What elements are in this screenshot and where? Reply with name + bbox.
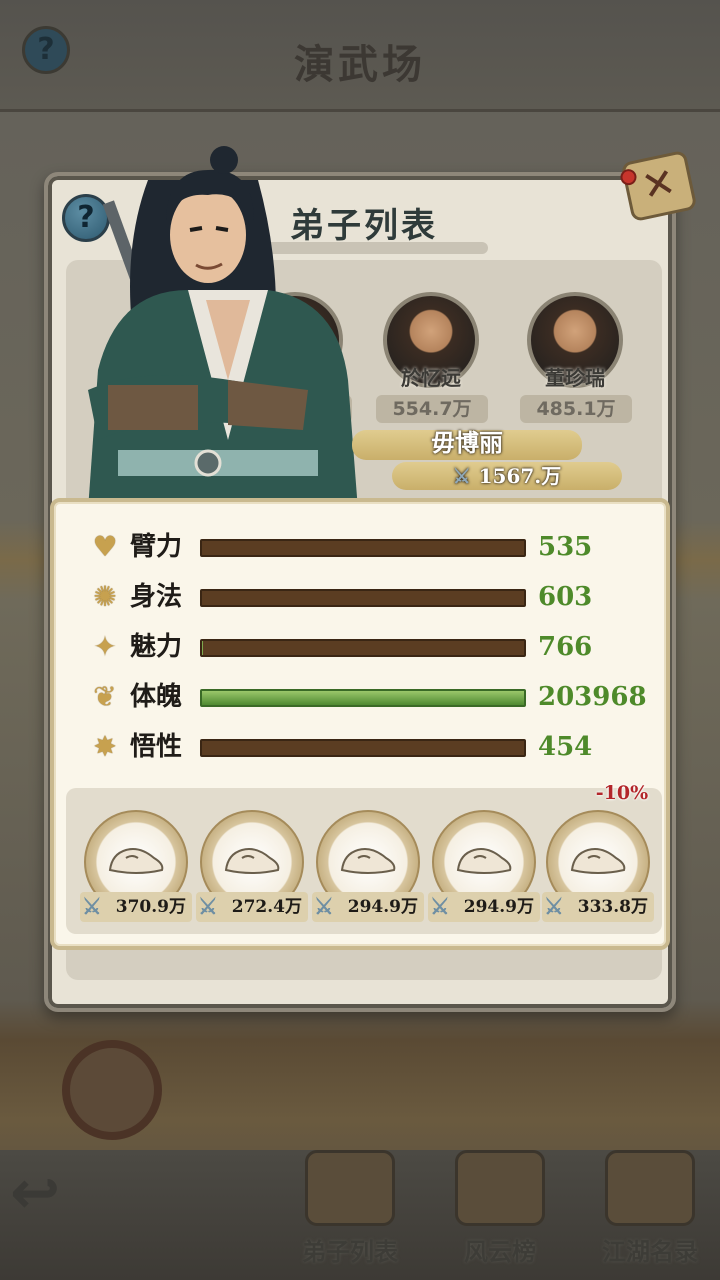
star-icon: ✦ (93, 630, 117, 663)
equipment-price: ⚔ 294.9万 (428, 892, 540, 922)
book-icon (605, 1150, 695, 1226)
stat-label: 悟性 (130, 732, 183, 762)
stat-row-strength: ♥ 臂力 535 (88, 528, 648, 568)
equipment-price: ⚔ 370.9万 (80, 892, 192, 922)
crossed-swords-icon: ⚔ (198, 894, 218, 920)
body-icon: ❦ (93, 680, 117, 713)
nav-label: 弟子列表 (302, 1237, 398, 1266)
disciple-card[interactable]: 於忆远 554.7万 (376, 292, 488, 423)
stat-label: 臂力 (130, 532, 183, 562)
equipment-slot[interactable]: ⚔ 333.8万 (542, 810, 654, 930)
disciple-power: 485.1万 (520, 395, 632, 423)
shoe-icon (456, 848, 512, 874)
disciple-power: 554.7万 (376, 395, 488, 423)
crossed-swords-icon: ⚔ (314, 894, 334, 920)
disciple-name: 董珍瑞 (545, 366, 605, 390)
screen-title: 演武场 (294, 41, 426, 88)
disciple-icon (305, 1150, 395, 1226)
close-icon: ✕ (637, 159, 680, 212)
equipment-price: ⚔ 294.9万 (312, 892, 424, 922)
selected-name-plate: 毋博丽 (352, 430, 582, 460)
nav-label: 江湖名录 (602, 1237, 698, 1266)
selected-power-plate: ⚔ 1567.万 (392, 462, 622, 490)
stat-bar (200, 539, 526, 557)
selected-disciple-portrait (88, 146, 358, 510)
background-drum (62, 1040, 162, 1140)
nav-jianghu-directory[interactable]: 江湖名录 (580, 1150, 720, 1270)
disciple-name: 於忆远 (401, 366, 461, 390)
scroll-icon (455, 1150, 545, 1226)
equipment-tray: -10% ⚔ 370.9万 ⚔ 272.4万 ⚔ 294.9万 ⚔ 294.9万… (66, 782, 662, 934)
stat-value: 766 (538, 632, 593, 662)
stat-label: 身法 (130, 582, 183, 612)
shoe-icon (340, 848, 396, 874)
stat-value: 535 (538, 532, 593, 562)
stat-row-comprehension: ✸ 悟性 454 (88, 728, 648, 768)
shoe-icon (570, 848, 626, 874)
stat-bar (200, 589, 526, 607)
equipment-price: ⚔ 333.8万 (542, 892, 654, 922)
stat-value: 603 (538, 582, 593, 612)
spark-icon: ✸ (93, 730, 117, 763)
equipment-slot[interactable]: ⚔ 294.9万 (312, 810, 424, 930)
nav-disciple-list[interactable]: 弟子列表 (280, 1150, 420, 1270)
crossed-swords-icon: ⚔ (430, 894, 450, 920)
arm-icon: ♥ (92, 530, 118, 563)
nav-label: 风云榜 (464, 1237, 536, 1266)
shoe-icon (108, 848, 164, 874)
crossed-swords-icon: ⚔ (82, 894, 102, 920)
disciple-card[interactable]: 董珍瑞 485.1万 (520, 292, 632, 423)
equipment-slot[interactable]: ⚔ 370.9万 (80, 810, 192, 930)
stat-bar (200, 739, 526, 757)
stat-row-agility: ✺ 身法 603 (88, 578, 648, 618)
stat-value: 454 (538, 732, 593, 762)
crossed-swords-icon: ⚔ (544, 894, 564, 920)
back-arrow-icon[interactable]: ↩ (10, 1158, 90, 1248)
whirl-icon: ✺ (93, 580, 117, 613)
equipment-price: ⚔ 272.4万 (196, 892, 308, 922)
equipment-slot[interactable]: ⚔ 272.4万 (196, 810, 308, 930)
stat-label: 体魄 (130, 682, 183, 712)
discount-badge: -10% (595, 782, 649, 804)
stat-row-constitution: ❦ 体魄 203968 (88, 678, 648, 718)
stat-row-charm: ✦ 魅力 766 (88, 628, 648, 668)
nav-ranking[interactable]: 风云榜 (430, 1150, 570, 1270)
stat-bar (200, 639, 526, 657)
stat-label: 魅力 (130, 632, 183, 662)
crossed-swords-icon: ⚔ (452, 464, 471, 488)
stats-card: ♥ 臂力 535 ✺ 身法 603 ✦ 魅力 766 ❦ 体魄 203968 ✸… (50, 498, 670, 950)
selected-power: 1567.万 (478, 464, 562, 488)
stat-bar (200, 689, 526, 707)
shoe-icon (224, 848, 280, 874)
stat-value: 203968 (538, 682, 647, 712)
equipment-slot[interactable]: ⚔ 294.9万 (428, 810, 540, 930)
